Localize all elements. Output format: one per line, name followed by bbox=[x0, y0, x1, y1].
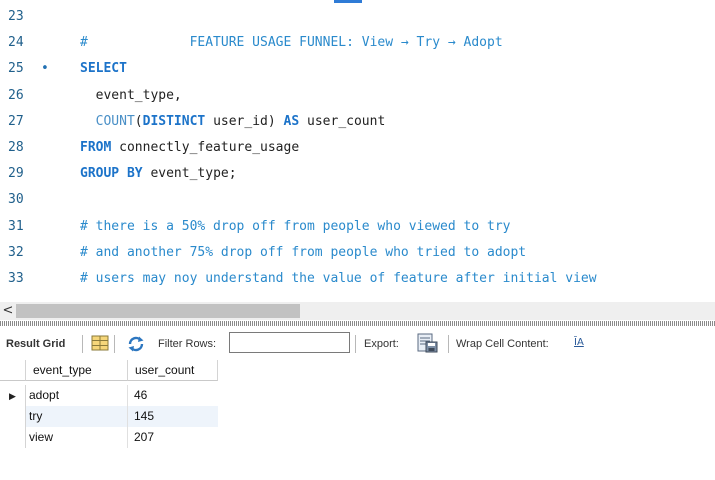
table-row[interactable]: ▶ adopt 46 bbox=[0, 385, 220, 406]
code-text[interactable]: FROM connectly_feature_usage bbox=[80, 136, 299, 160]
row-header-corner[interactable] bbox=[0, 360, 26, 381]
sql-keyword: FROM bbox=[80, 140, 112, 155]
toolbar-divider bbox=[448, 335, 449, 353]
table-row[interactable]: view 207 bbox=[0, 427, 220, 448]
sql-text: user_count bbox=[299, 114, 386, 129]
sql-text: event_type; bbox=[142, 166, 237, 181]
sql-keyword: DISTINCT bbox=[142, 114, 206, 129]
sql-keyword: AS bbox=[283, 114, 300, 129]
export-icon[interactable] bbox=[416, 333, 438, 353]
row-pointer-icon: ▶ bbox=[0, 385, 26, 406]
sql-text: ( bbox=[134, 114, 143, 129]
result-grid-tab[interactable]: Result Grid bbox=[6, 338, 65, 350]
cell-event-type[interactable]: adopt bbox=[26, 385, 128, 406]
grid-view-icon[interactable] bbox=[91, 335, 109, 351]
editor-horizontal-scrollbar[interactable]: < bbox=[0, 302, 715, 320]
line-number: 30 bbox=[8, 192, 24, 207]
refresh-icon[interactable] bbox=[126, 335, 146, 353]
cell-user-count[interactable]: 46 bbox=[128, 385, 218, 406]
line-number: 27 bbox=[8, 114, 24, 129]
line-number: 32 bbox=[8, 245, 24, 260]
statement-marker-icon: • bbox=[41, 61, 49, 76]
row-header[interactable] bbox=[0, 427, 26, 448]
code-line[interactable]: 29 GROUP BY event_type; bbox=[0, 162, 715, 186]
wrap-cell-content-icon[interactable]: ĪA bbox=[574, 337, 584, 348]
scrollbar-thumb[interactable] bbox=[16, 304, 300, 318]
code-text[interactable]: SELECT bbox=[80, 57, 127, 81]
code-line[interactable]: 28 FROM connectly_feature_usage bbox=[0, 136, 715, 160]
line-number: 23 bbox=[8, 9, 24, 24]
filter-rows-input[interactable] bbox=[229, 332, 350, 353]
column-header-event-type[interactable]: event_type bbox=[26, 360, 128, 381]
sql-function: COUNT bbox=[95, 114, 135, 129]
wrap-cell-content-label: Wrap Cell Content: bbox=[456, 338, 549, 350]
sql-text: connectly_feature_usage bbox=[111, 140, 300, 155]
line-number: 31 bbox=[8, 219, 24, 234]
sql-text: user_id) bbox=[205, 114, 284, 129]
active-tab-indicator bbox=[334, 0, 362, 3]
code-text[interactable]: COUNT(DISTINCT user_id) AS user_count bbox=[80, 110, 386, 134]
code-line[interactable]: 25 • SELECT bbox=[0, 57, 715, 81]
line-number: 33 bbox=[8, 271, 24, 286]
code-line[interactable]: 27 COUNT(DISTINCT user_id) AS user_count bbox=[0, 110, 715, 134]
code-line[interactable]: 30 bbox=[0, 188, 715, 212]
filter-rows-label: Filter Rows: bbox=[158, 338, 217, 350]
cell-event-type[interactable]: try bbox=[26, 406, 128, 427]
sql-editor[interactable]: 23 24 # FEATURE USAGE FUNNEL: View → Try →… bbox=[0, 0, 715, 300]
line-number: 26 bbox=[8, 88, 24, 103]
code-text[interactable]: # FEATURE USAGE FUNNEL: View → Try → Ado… bbox=[80, 31, 503, 55]
toolbar-divider bbox=[114, 335, 115, 353]
sql-comment: # and another 75% drop off from people w… bbox=[80, 245, 527, 260]
code-line[interactable]: 24 # FEATURE USAGE FUNNEL: View → Try → A… bbox=[0, 31, 715, 55]
code-text[interactable]: # there is a 50% drop off from people wh… bbox=[80, 215, 510, 239]
line-number: 29 bbox=[8, 166, 24, 181]
sql-comment: # FEATURE USAGE FUNNEL: View → Try → Ado… bbox=[80, 35, 503, 50]
code-line[interactable]: 32 # and another 75% drop off from people… bbox=[0, 241, 715, 265]
export-label: Export: bbox=[364, 338, 399, 350]
code-line[interactable]: 31 # there is a 50% drop off from people … bbox=[0, 215, 715, 239]
column-header-user-count[interactable]: user_count bbox=[128, 360, 218, 381]
cell-user-count[interactable]: 207 bbox=[128, 427, 218, 448]
scroll-left-arrow-icon[interactable]: < bbox=[1, 303, 15, 319]
row-header[interactable] bbox=[0, 406, 26, 427]
sql-comment: # there is a 50% drop off from people wh… bbox=[80, 219, 511, 234]
code-text[interactable]: GROUP BY event_type; bbox=[80, 162, 237, 186]
line-number: 28 bbox=[8, 140, 24, 155]
result-toolbar: Result Grid Filter Rows: Export: Wrap Ce… bbox=[0, 328, 715, 360]
toolbar-divider bbox=[82, 335, 83, 353]
sql-keyword: GROUP BY bbox=[80, 166, 143, 181]
panel-splitter[interactable] bbox=[0, 321, 715, 326]
code-line[interactable]: 33 # users may noy understand the value o… bbox=[0, 267, 715, 291]
sql-comment: # users may noy understand the value of … bbox=[80, 271, 597, 286]
cell-user-count[interactable]: 145 bbox=[128, 406, 218, 427]
toolbar-divider bbox=[355, 335, 356, 353]
code-line[interactable]: 26 event_type, bbox=[0, 84, 715, 108]
grid-header-row: event_type user_count bbox=[0, 360, 220, 381]
code-text[interactable]: # users may noy understand the value of … bbox=[80, 267, 597, 291]
code-line[interactable]: 23 bbox=[0, 5, 715, 29]
sql-keyword: SELECT bbox=[80, 61, 127, 76]
cell-event-type[interactable]: view bbox=[26, 427, 128, 448]
table-row[interactable]: try 145 bbox=[0, 406, 220, 427]
code-text[interactable]: event_type, bbox=[80, 84, 182, 108]
line-number: 25 bbox=[8, 61, 24, 76]
sql-text: event_type, bbox=[80, 88, 182, 103]
line-number: 24 bbox=[8, 35, 24, 50]
code-text[interactable]: # and another 75% drop off from people w… bbox=[80, 241, 526, 265]
